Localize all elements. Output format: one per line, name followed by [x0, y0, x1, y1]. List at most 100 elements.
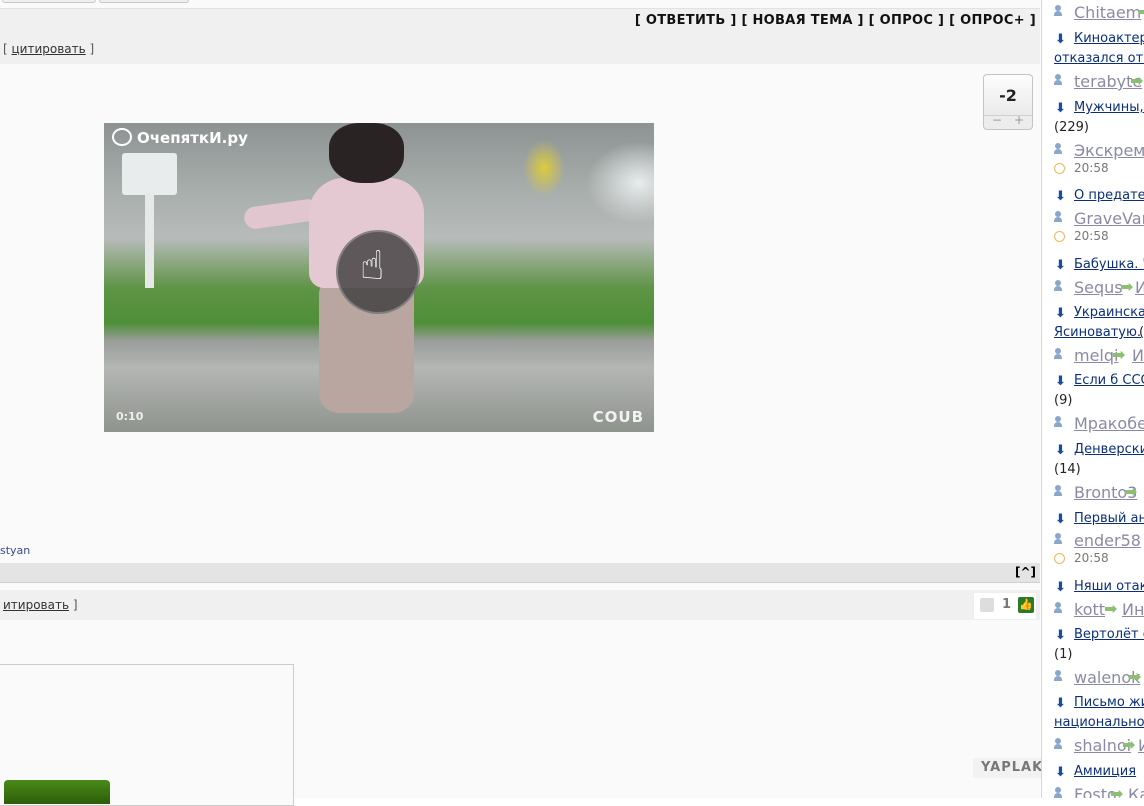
arrow-right-icon: ➡	[1128, 667, 1142, 686]
sidebar-user[interactable]: Инк	[1122, 600, 1144, 619]
user-icon	[1054, 74, 1062, 85]
quote-link[interactable]: итировать	[3, 598, 69, 612]
sidebar-user[interactable]: Chitaem	[1074, 3, 1141, 22]
sidebar-user[interactable]: И	[1138, 736, 1144, 755]
sidebar-topic-link[interactable]: Если б ССС	[1074, 373, 1144, 388]
user-icon	[1054, 143, 1062, 154]
post-rating: -2 − +	[983, 74, 1033, 130]
sidebar-user[interactable]: Ин	[1132, 346, 1144, 365]
topic-arrow-icon: ⬇	[1055, 628, 1066, 643]
sidebar-topic-link[interactable]: Киноактер	[1074, 31, 1144, 46]
quote-link[interactable]: цитировать	[12, 42, 86, 56]
topic-arrow-icon: ⬇	[1055, 32, 1066, 47]
top-tab[interactable]	[99, 0, 189, 3]
topic-arrow-icon: ⬇	[1055, 580, 1066, 595]
sidebar-count: (229)	[1054, 120, 1089, 135]
vote-count: 1	[1002, 597, 1012, 612]
topic-arrow-icon: ⬇	[1055, 101, 1066, 116]
post-author[interactable]: styan	[0, 544, 30, 557]
sidebar-topic-link[interactable]: Денверский	[1074, 442, 1144, 457]
sidebar-topic-link[interactable]: Аммиция	[1074, 764, 1136, 779]
sidebar-user[interactable]: МракобеS	[1074, 414, 1144, 433]
rate-minus-button[interactable]: −	[992, 113, 1002, 127]
poll-button[interactable]: [ ОПРОС ]	[869, 13, 945, 28]
topics-sidebar: Chitaem ➡ ⬇ Киноактер отказался от р ter…	[1041, 0, 1144, 798]
video-duration: 0:10	[116, 410, 144, 423]
sidebar-topic-link[interactable]: Украинская	[1074, 305, 1144, 320]
clock-icon	[1054, 231, 1065, 242]
sidebar-topic-link[interactable]: О предател	[1074, 188, 1144, 203]
scroll-top-button[interactable]: [^]	[1015, 565, 1036, 579]
poll-plus-button[interactable]: [ ОПРОС+ ]	[949, 13, 1036, 28]
post-image	[4, 780, 110, 804]
sidebar-topic-link[interactable]: Бабушка. Ч	[1074, 257, 1144, 272]
sidebar-topic-link[interactable]: Ясиноватую.	[1054, 325, 1141, 340]
arrow-right-icon: ➡	[1122, 735, 1136, 754]
bracket: ]	[89, 42, 95, 56]
topic-arrow-icon: ⬇	[1055, 512, 1066, 527]
sidebar-user[interactable]: kott	[1074, 600, 1105, 619]
video-scene	[145, 193, 154, 288]
post-separator: [^]	[0, 563, 1040, 583]
thumbs-up-icon[interactable]: 👍	[1018, 597, 1034, 613]
arrow-right-icon: ➡	[1104, 599, 1118, 618]
sidebar-topic-link[interactable]: национальной	[1054, 715, 1144, 730]
video-player[interactable]: ОчепяткИ.ру ☝ 0:10 COUB	[104, 123, 654, 432]
user-icon	[1054, 416, 1062, 427]
sidebar-user[interactable]: Ка	[1128, 785, 1144, 798]
user-icon	[1054, 738, 1062, 749]
topic-arrow-icon: ⬇	[1055, 374, 1066, 389]
sidebar-topic-link[interactable]: Мужчины, з	[1074, 100, 1144, 115]
sidebar-time: 20:58	[1074, 551, 1109, 565]
topic-arrow-icon: ⬇	[1055, 443, 1066, 458]
sidebar-user[interactable]: GraveVarg	[1074, 209, 1144, 228]
topic-arrow-icon: ⬇	[1055, 696, 1066, 711]
user-icon	[1054, 670, 1062, 681]
post-votes: 1 👍	[973, 592, 1037, 620]
vote-down-icon[interactable]	[980, 598, 994, 612]
top-tab[interactable]	[2, 0, 96, 3]
user-icon	[1054, 5, 1062, 16]
sidebar-topic-link[interactable]: Первый ана	[1074, 511, 1144, 526]
arrow-right-icon: ➡	[1124, 482, 1138, 501]
video-scene	[329, 123, 404, 183]
sidebar-count: (	[1139, 325, 1144, 340]
logo-text: ОчепяткИ.ру	[137, 129, 248, 147]
play-button[interactable]: ☝	[336, 230, 420, 314]
hand-pointer-icon: ☝	[360, 243, 385, 289]
bracket: [	[3, 42, 8, 56]
video-scene	[122, 153, 177, 195]
sidebar-user[interactable]: Экскременто	[1074, 141, 1144, 160]
clock-icon	[1054, 163, 1065, 174]
sidebar-time: 20:58	[1074, 161, 1109, 175]
sidebar-user[interactable]: И	[1135, 278, 1144, 297]
sidebar-topic-link[interactable]: Няши отак	[1074, 579, 1144, 594]
sidebar-count: (9)	[1054, 393, 1073, 408]
post-header: итировать ]	[0, 590, 1040, 620]
sidebar-topic-link[interactable]: Письмо жит	[1074, 695, 1144, 710]
topic-arrow-icon: ⬇	[1055, 258, 1066, 273]
user-icon	[1054, 533, 1062, 544]
arrow-right-icon: ➡	[1120, 277, 1134, 296]
bracket: ]	[72, 598, 78, 612]
new-topic-button[interactable]: [ НОВАЯ ТЕМА ]	[741, 13, 863, 28]
sidebar-user[interactable]: ender58	[1074, 531, 1141, 550]
topic-arrow-icon: ⬇	[1055, 189, 1066, 204]
rate-plus-button[interactable]: +	[1014, 113, 1024, 127]
user-icon	[1054, 787, 1062, 798]
user-icon	[1054, 280, 1062, 291]
topic-arrow-icon: ⬇	[1055, 765, 1066, 780]
video-watermark-logo: ОчепяткИ.ру	[112, 128, 248, 147]
sidebar-count: (14)	[1054, 462, 1081, 477]
clock-icon	[1054, 553, 1065, 564]
user-icon	[1054, 348, 1062, 359]
user-icon	[1054, 211, 1062, 222]
topic-actions-bar: [ ОТВЕТИТЬ ] [ НОВАЯ ТЕМА ] [ ОПРОС ] [ …	[0, 8, 1040, 35]
arrow-right-icon: ➡	[1130, 71, 1144, 90]
user-icon	[1054, 602, 1062, 613]
reply-button[interactable]: [ ОТВЕТИТЬ ]	[635, 13, 737, 28]
sidebar-user[interactable]: Sequs	[1074, 278, 1123, 297]
sidebar-topic-link[interactable]: отказался от р	[1054, 51, 1144, 66]
sidebar-topic-link[interactable]: Вертолёт с	[1074, 627, 1144, 642]
eye-icon	[112, 128, 132, 146]
